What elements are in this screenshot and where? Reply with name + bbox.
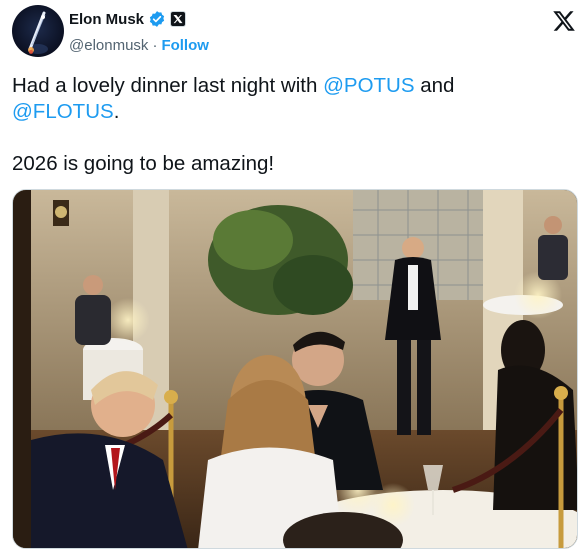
mention-flotus-link[interactable]: @FLOTUS xyxy=(12,100,114,123)
standing-person xyxy=(402,237,424,259)
left-edge xyxy=(13,190,31,548)
tweet-line-1: Had a lovely dinner last night with @POT… xyxy=(12,73,572,99)
follow-button[interactable]: Follow xyxy=(161,37,209,54)
tweet-text-segment: Had a lovely dinner last night with xyxy=(12,74,324,97)
author-handle[interactable]: @elonmusk xyxy=(69,37,148,54)
tweet-text-segment: and xyxy=(414,74,455,97)
author-name-row: Elon Musk xyxy=(69,9,187,29)
x-affiliate-badge-icon xyxy=(170,11,187,27)
mention-potus-link[interactable]: @POTUS xyxy=(323,74,414,97)
verified-badge-icon xyxy=(149,11,165,27)
photo-dinner xyxy=(13,190,577,548)
separator: · xyxy=(152,36,158,54)
rocket-avatar-icon xyxy=(28,11,48,54)
tweet-photo[interactable] xyxy=(12,189,578,549)
x-logo-icon[interactable] xyxy=(551,9,577,33)
author-handle-row: @elonmusk · Follow xyxy=(69,36,209,54)
avatar[interactable] xyxy=(12,5,64,57)
tweet-line-2: @FLOTUS. xyxy=(12,99,572,125)
tweet-text: Had a lovely dinner last night with @POT… xyxy=(12,73,572,177)
tweet-line-3: 2026 is going to be amazing! xyxy=(12,152,275,175)
tweet-text-segment: . xyxy=(113,100,120,123)
display-name[interactable]: Elon Musk xyxy=(69,11,144,28)
